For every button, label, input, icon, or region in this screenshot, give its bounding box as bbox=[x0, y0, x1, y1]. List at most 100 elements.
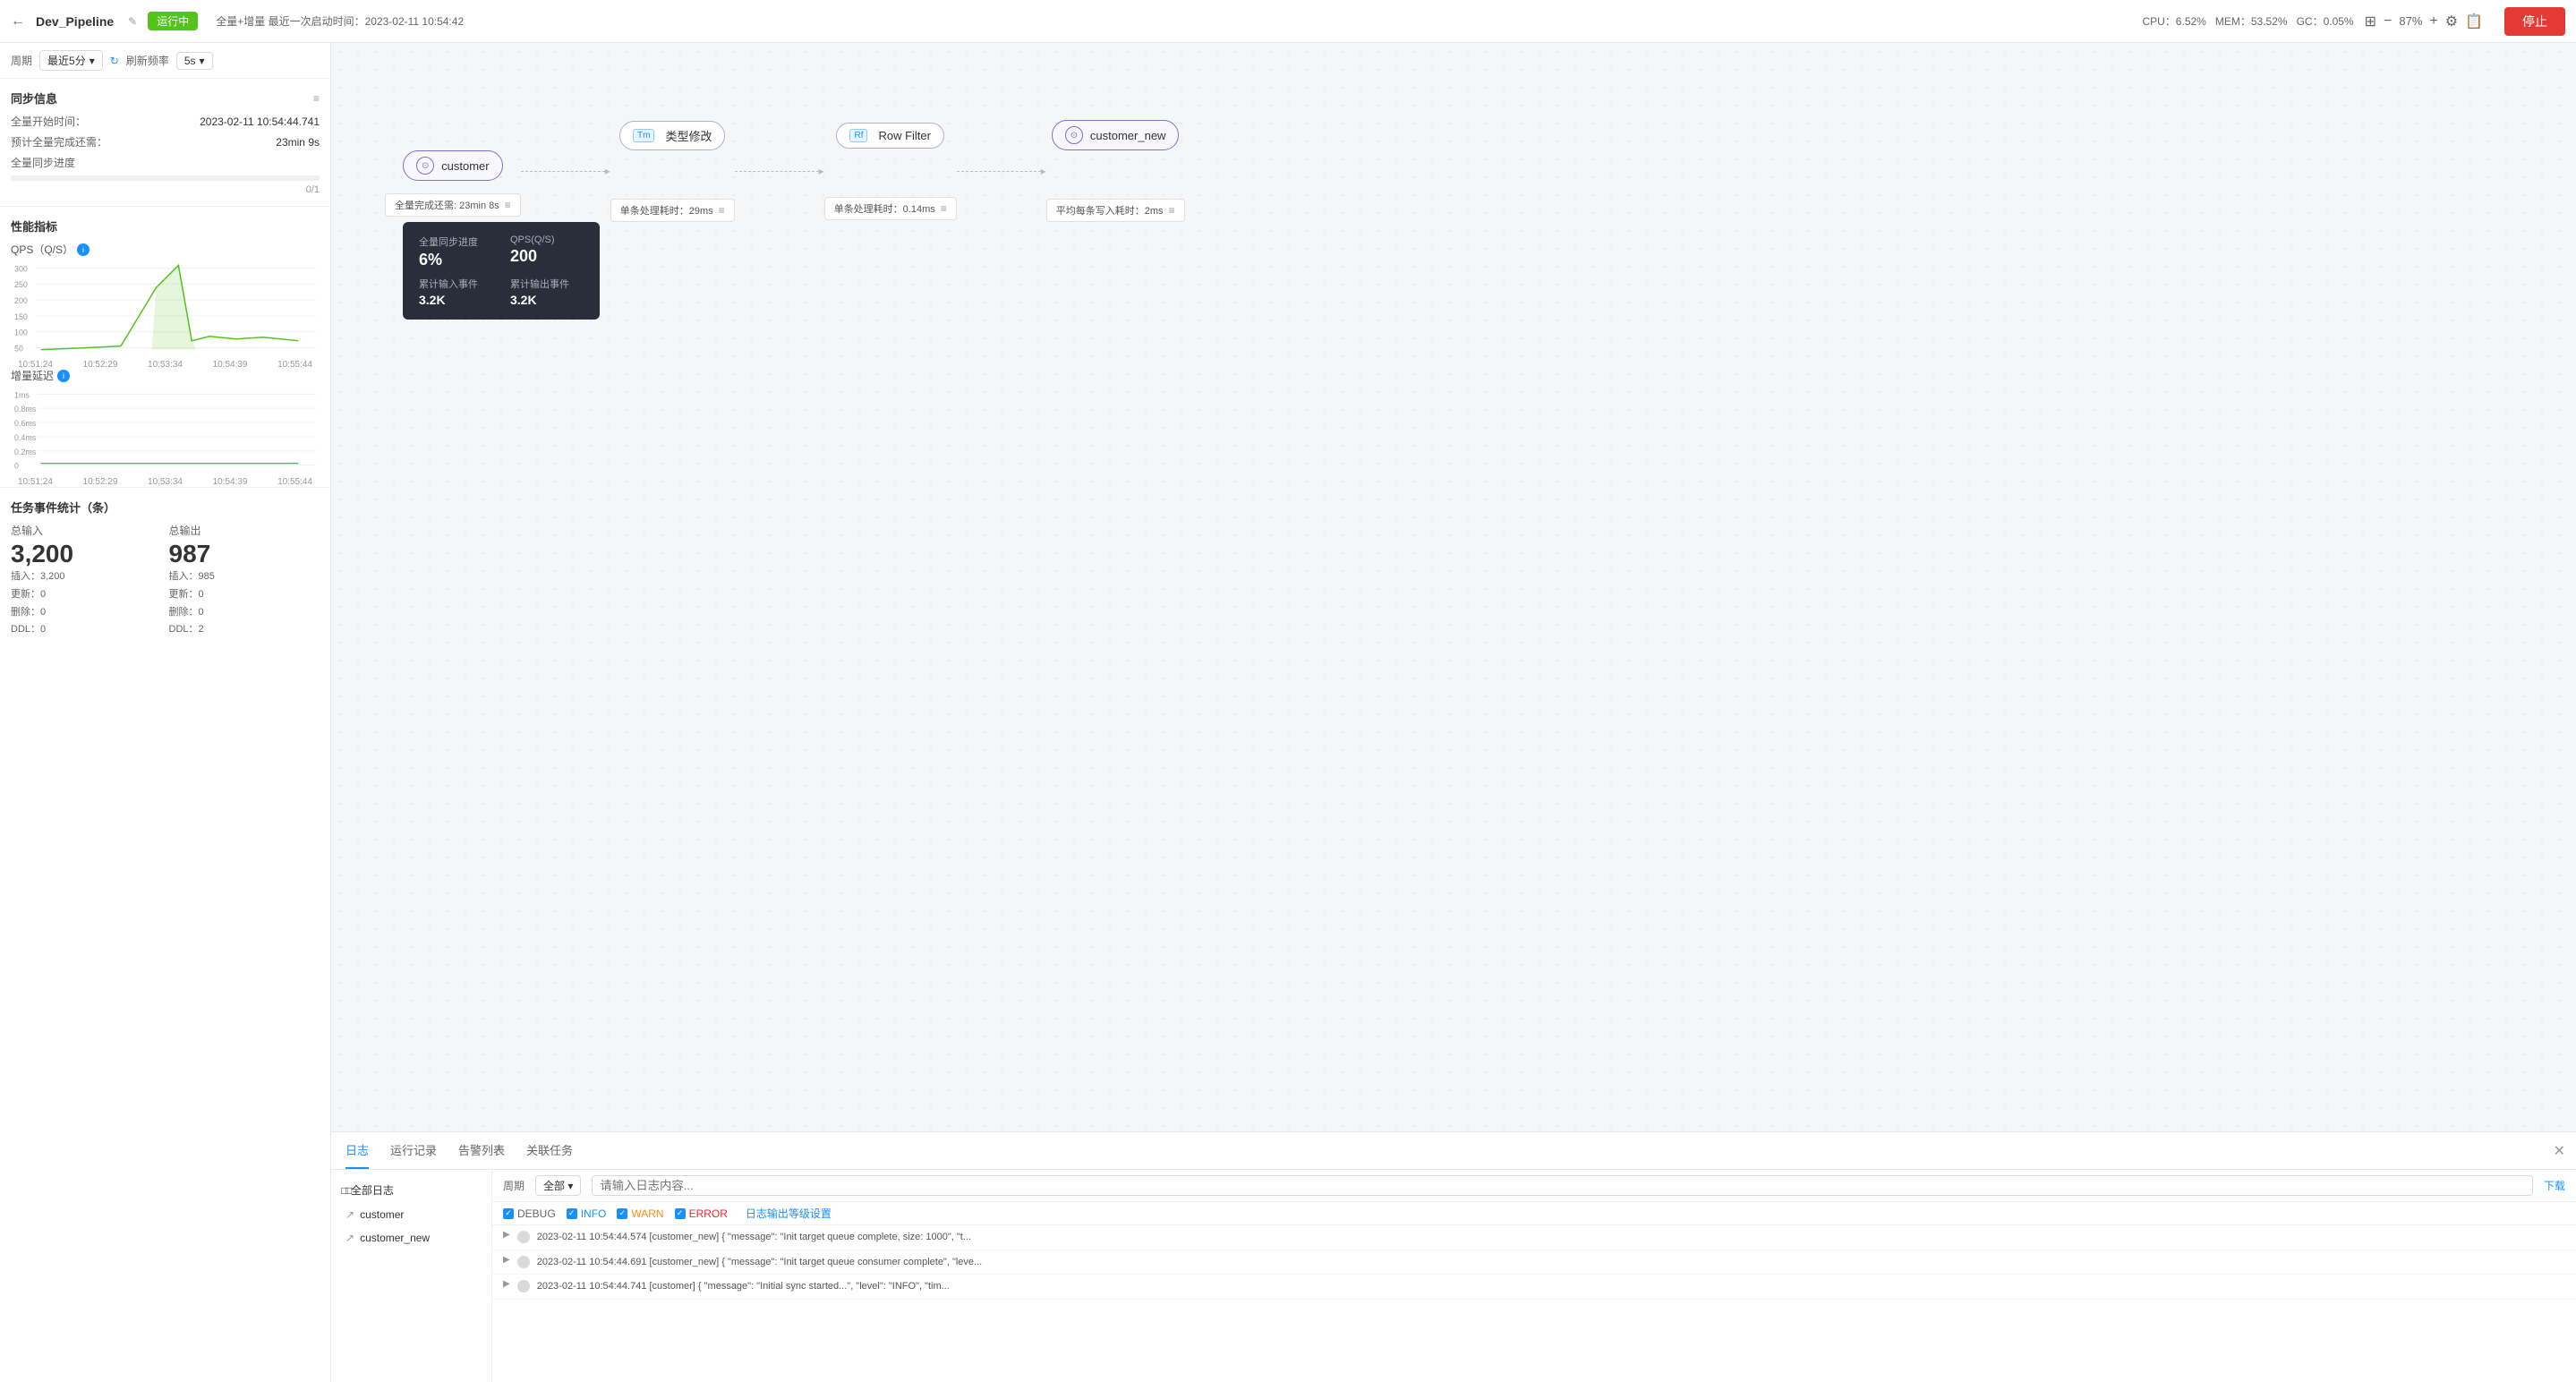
tooltip-label2: QPS(Q/S) bbox=[510, 235, 584, 245]
log-source-customer-new[interactable]: ↗ customer_new bbox=[338, 1226, 484, 1250]
sync-info-menu[interactable]: ≡ bbox=[313, 92, 320, 105]
control-bar: 周期 最近5分 ▾ ↻ 刷新频率 5s ▾ bbox=[0, 43, 330, 79]
edit-icon[interactable]: ✎ bbox=[128, 15, 137, 28]
delay-info-icon[interactable]: i bbox=[57, 370, 70, 382]
running-badge: 运行中 bbox=[148, 12, 198, 30]
log-expand-2[interactable]: ▶ bbox=[503, 1255, 510, 1265]
bottom-panel: 日志 运行记录 告警列表 关联任务 ✕ □ □ 全部日志 ↗ custome bbox=[331, 1131, 2576, 1382]
customer-new-stat-menu[interactable]: ≡ bbox=[1169, 204, 1175, 217]
log-status-1 bbox=[517, 1231, 530, 1243]
output-value: 987 bbox=[169, 540, 320, 568]
bottom-panel-close[interactable]: ✕ bbox=[2554, 1142, 2565, 1160]
cpu-info: CPU：6.52% MEM：53.52% GC：0.05% bbox=[2142, 13, 2353, 29]
warn-check-icon: ✓ bbox=[617, 1208, 627, 1219]
info-checkbox[interactable]: ✓ INFO bbox=[567, 1207, 607, 1220]
tab-run-history[interactable]: 运行记录 bbox=[390, 1132, 437, 1169]
zoom-level: 87% bbox=[2399, 14, 2422, 28]
refresh-select[interactable]: 5s ▾ bbox=[176, 52, 213, 70]
log-entry[interactable]: ▶ 2023-02-11 10:54:44.574 [customer_new]… bbox=[492, 1225, 2576, 1250]
customer-new-target-icon: ⊙ bbox=[1065, 126, 1083, 144]
delay-chart: 1ms 0.8ms 0.6ms 0.4ms 0.2ms 0 bbox=[14, 387, 316, 476]
qps-chart: 300 250 200 150 100 50 bbox=[14, 260, 316, 359]
row-filter-stat-menu[interactable]: ≡ bbox=[941, 202, 947, 215]
debug-checkbox[interactable]: ✓ DEBUG bbox=[503, 1207, 556, 1220]
log-entry[interactable]: ▶ 2023-02-11 10:54:44.691 [customer_new]… bbox=[492, 1250, 2576, 1275]
tooltip-label3: 累计输入事件 bbox=[419, 277, 492, 291]
log-source-customer[interactable]: ↗ customer bbox=[338, 1203, 484, 1226]
all-logs-item[interactable]: □ □ 全部日志 bbox=[338, 1177, 484, 1203]
warn-checkbox[interactable]: ✓ WARN bbox=[617, 1207, 663, 1220]
start-info: 全量+增量 最近一次启动时间：2023-02-11 10:54:42 bbox=[216, 13, 464, 29]
svg-text:0: 0 bbox=[14, 462, 19, 471]
error-check-icon: ✓ bbox=[675, 1208, 686, 1219]
connector-1: ▸ bbox=[521, 165, 610, 177]
tab-alerts[interactable]: 告警列表 bbox=[458, 1132, 505, 1169]
log-status-2 bbox=[517, 1256, 530, 1268]
log-settings-link[interactable]: 日志输出等级设置 bbox=[746, 1206, 832, 1221]
eta-label: 预计全量完成还需： bbox=[11, 134, 107, 149]
customer-stat-menu[interactable]: ≡ bbox=[505, 199, 511, 211]
progress-bar-bg bbox=[11, 175, 320, 181]
layout-icon[interactable]: ⊞ bbox=[2365, 13, 2376, 30]
svg-text:0.8ms: 0.8ms bbox=[14, 405, 37, 414]
row-filter-node[interactable]: Rf Row Filter bbox=[836, 123, 944, 149]
pipeline-canvas-area[interactable]: ⊙ customer 全量完成还需: 23min 8s ≡ ▸ bbox=[331, 43, 2576, 1131]
log-download-button[interactable]: 下载 bbox=[2544, 1178, 2565, 1193]
log-period-select[interactable]: 全部 ▾ bbox=[535, 1175, 581, 1196]
back-button[interactable]: ← bbox=[11, 13, 25, 30]
svg-text:1ms: 1ms bbox=[14, 390, 30, 399]
customer-new-node[interactable]: ⊙ customer_new bbox=[1052, 120, 1180, 150]
period-select[interactable]: 最近5分 ▾ bbox=[39, 50, 103, 71]
error-checkbox[interactable]: ✓ ERROR bbox=[675, 1207, 728, 1220]
perf-title: 性能指标 bbox=[11, 218, 57, 235]
type-modify-stat-menu[interactable]: ≡ bbox=[719, 204, 725, 217]
task-stats-section: 任务事件统计（条） 总输入 3,200 插入：3,200 更新：0 删除：0 D… bbox=[0, 488, 330, 650]
zoom-out-button[interactable]: − bbox=[2384, 13, 2392, 30]
top-bar: ← Dev_Pipeline ✎ 运行中 全量+增量 最近一次启动时间：2023… bbox=[0, 0, 2576, 43]
type-modify-node[interactable]: Tm 类型修改 bbox=[619, 121, 725, 150]
svg-text:100: 100 bbox=[14, 328, 28, 337]
svg-text:200: 200 bbox=[14, 296, 28, 305]
tab-related[interactable]: 关联任务 bbox=[526, 1132, 573, 1169]
log-status-3 bbox=[517, 1280, 530, 1292]
qps-info-icon[interactable]: i bbox=[77, 243, 90, 256]
qps-label: QPS（Q/S） bbox=[11, 242, 73, 257]
progress-label: 全量同步进度 bbox=[11, 155, 75, 170]
log-search-input[interactable] bbox=[592, 1175, 2533, 1196]
svg-text:0.6ms: 0.6ms bbox=[14, 419, 37, 428]
warn-label: WARN bbox=[631, 1207, 663, 1220]
sync-info-title: 同步信息 bbox=[11, 90, 57, 107]
debug-check-icon: ✓ bbox=[503, 1208, 514, 1219]
row-filter-stat: 单条处理耗时：0.14ms ≡ bbox=[824, 197, 957, 220]
log-sidebar: □ □ 全部日志 ↗ customer ↗ customer_new bbox=[331, 1170, 492, 1382]
sync-info-section: 同步信息 ≡ 全量开始时间： 2023-02-11 10:54:44.741 预… bbox=[0, 79, 330, 207]
tooltip-value1: 6% bbox=[419, 251, 492, 269]
connector-3: ▸ bbox=[957, 165, 1046, 177]
svg-text:250: 250 bbox=[14, 280, 28, 289]
connector-2: ▸ bbox=[735, 165, 824, 177]
performance-section: 性能指标 QPS（Q/S） i 300 250 200 150 100 50 bbox=[0, 207, 330, 488]
output-stats: 总输出 987 插入：985 更新：0 删除：0 DDL：2 bbox=[169, 523, 320, 639]
stop-button[interactable]: 停止 bbox=[2504, 7, 2565, 36]
log-expand-3[interactable]: ▶ bbox=[503, 1279, 510, 1289]
period-label: 周期 bbox=[11, 53, 32, 68]
layout-list-button[interactable]: 📋 bbox=[2465, 13, 2483, 30]
settings-button[interactable]: ⚙ bbox=[2445, 13, 2458, 30]
tm-badge: Tm bbox=[633, 129, 654, 142]
log-entry[interactable]: ▶ 2023-02-11 10:54:44.741 [customer] { "… bbox=[492, 1275, 2576, 1300]
task-stats-title: 任务事件统计（条） bbox=[11, 499, 320, 516]
source-customer-new-icon: ↗ bbox=[345, 1232, 354, 1244]
log-area: □ □ 全部日志 ↗ customer ↗ customer_new bbox=[331, 1170, 2576, 1382]
pipeline-name: Dev_Pipeline bbox=[36, 14, 114, 29]
log-text-3: 2023-02-11 10:54:44.741 [customer] { "me… bbox=[537, 1279, 2565, 1294]
refresh-icon[interactable]: ↻ bbox=[110, 55, 119, 67]
tab-logs[interactable]: 日志 bbox=[345, 1132, 369, 1169]
left-panel: 周期 最近5分 ▾ ↻ 刷新频率 5s ▾ 同步信息 ≡ 全量开始时间： 202… bbox=[0, 43, 331, 1382]
log-text-1: 2023-02-11 10:54:44.574 [customer_new] {… bbox=[537, 1230, 2565, 1245]
log-level-bar: ✓ DEBUG ✓ INFO ✓ WARN ✓ bbox=[492, 1202, 2576, 1225]
log-filter-bar: 周期 全部 ▾ 下载 bbox=[492, 1170, 2576, 1202]
log-expand-1[interactable]: ▶ bbox=[503, 1230, 510, 1240]
type-modify-label: 类型修改 bbox=[665, 127, 712, 144]
zoom-in-button[interactable]: + bbox=[2429, 13, 2437, 30]
customer-node[interactable]: ⊙ customer bbox=[403, 150, 502, 181]
